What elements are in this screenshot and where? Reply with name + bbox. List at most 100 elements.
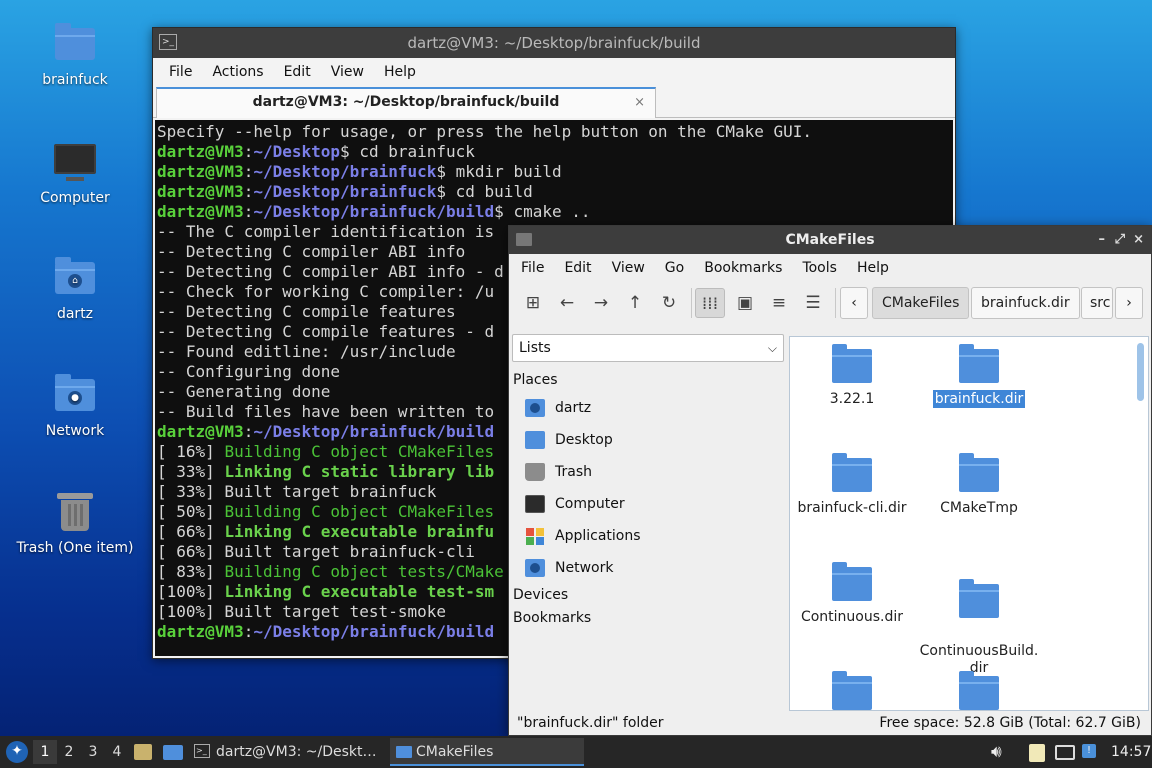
task-terminal[interactable]: >_ dartz@VM3: ~/Deskt… [190,738,384,766]
desktop-icon-computer[interactable]: Computer [0,140,150,206]
show-desktop-icon[interactable] [134,744,152,760]
workspace-3[interactable]: 3 [81,740,105,764]
folder-icon [832,453,872,492]
file-item[interactable]: brainfuck-cli.dir [790,446,916,517]
terminal-line: dartz@VM3:~/Desktop/brainfuck/build$ cma… [157,202,591,221]
file-item[interactable]: Continuous.dir [790,555,916,626]
terminal-icon: >_ [159,34,177,50]
place-computer[interactable]: Computer [525,489,625,519]
menu-edit[interactable]: Edit [274,64,321,80]
file-manager-titlebar[interactable]: CMakeFiles – ⤢ × [509,226,1151,254]
file-grid[interactable]: 3.22.1 brainfuck.dir brainfuck-cli.dir C… [789,336,1149,711]
folder-icon [396,746,412,758]
breadcrumb-scroll-right[interactable]: › [1115,287,1143,319]
terminal-line: dartz@VM3:~/Desktop/brainfuck$ cd build [157,182,533,201]
menu-file[interactable]: File [159,64,202,80]
window-title: dartz@VM3: ~/Desktop/brainfuck/build [407,34,701,52]
icon-view-icon[interactable]: ⁞⁞⁞ [695,288,725,318]
file-manager-launcher-icon[interactable] [163,745,183,760]
file-item[interactable] [790,664,916,710]
place-label: dartz [555,400,592,416]
desktop-icon-label: Network [45,423,105,439]
place-applications[interactable]: Applications [525,521,641,551]
file-name: Continuous.dir [800,609,904,625]
breadcrumb-brainfuck-dir[interactable]: brainfuck.dir [971,287,1080,319]
desktop-icon-dartz[interactable]: ⌂ dartz [0,256,150,322]
place-label: Network [555,560,614,576]
menu-view[interactable]: View [321,64,374,80]
close-icon[interactable]: × [1133,226,1144,254]
minimize-icon[interactable]: – [1099,226,1106,254]
file-manager-window[interactable]: CMakeFiles – ⤢ × File Edit View Go Bookm… [508,225,1152,736]
bookmarks-header[interactable]: Bookmarks [513,610,591,626]
place-trash[interactable]: Trash [525,457,592,487]
menu-view[interactable]: View [602,260,655,276]
menu-tools[interactable]: Tools [792,260,847,276]
terminal-line: Specify --help for usage, or press the h… [157,122,813,141]
vertical-scrollbar[interactable] [1137,343,1144,401]
menu-go[interactable]: Go [655,260,694,276]
workspace-1[interactable]: 1 [33,740,57,764]
menu-help[interactable]: Help [374,64,426,80]
file-name: brainfuck-cli.dir [797,500,907,516]
menu-bookmarks[interactable]: Bookmarks [694,260,792,276]
detailed-list-icon[interactable]: ☰ [798,288,828,318]
home-folder-icon: ⌂ [53,256,97,300]
menu-actions[interactable]: Actions [202,64,273,80]
desktop-icon-trash[interactable]: Trash (One item) [0,490,150,556]
back-icon[interactable]: ← [552,288,582,318]
network-folder-icon: ● [53,373,97,417]
workspace-2[interactable]: 2 [57,740,81,764]
menu-help[interactable]: Help [847,260,899,276]
compact-view-icon[interactable]: ≡ [764,288,794,318]
forward-icon[interactable]: → [586,288,616,318]
breadcrumb-src[interactable]: src [1081,287,1113,319]
close-tab-icon[interactable]: × [634,89,645,116]
task-file-manager[interactable]: CMakeFiles [390,738,584,766]
menu-file[interactable]: File [511,260,554,276]
breadcrumb-cmakefiles[interactable]: CMakeFiles [872,287,970,319]
network-status-icon[interactable] [1055,745,1075,760]
side-pane-mode-select[interactable]: Lists ⌵ [512,334,784,362]
clock[interactable]: 14:57 [1111,736,1151,768]
place-dartz[interactable]: dartz [525,393,591,423]
breadcrumb-scroll-left[interactable]: ‹ [840,287,868,319]
desktop-icon-label: Computer [40,190,110,206]
file-item-selected[interactable]: brainfuck.dir [915,337,1043,408]
reload-icon[interactable]: ↻ [654,288,684,318]
up-icon[interactable]: ↑ [620,288,650,318]
volume-icon[interactable]: 🔊︎ [991,736,1002,768]
place-network[interactable]: Network [525,553,613,583]
start-menu-icon[interactable]: ✦ [6,741,28,763]
file-item[interactable] [915,664,1043,710]
workspace-4[interactable]: 4 [105,740,129,764]
terminal-tab[interactable]: dartz@VM3: ~/Desktop/brainfuck/build × [156,87,656,118]
applications-icon [525,527,545,545]
status-selection: "brainfuck.dir" folder [517,715,664,731]
notification-icon[interactable]: ! [1082,744,1096,758]
desktop-icon-label: brainfuck [42,72,108,88]
status-bar: "brainfuck.dir" folder Free space: 52.8 … [509,711,1151,735]
trash-icon [525,463,545,481]
file-item[interactable]: CMakeTmp [915,446,1043,517]
computer-icon [53,140,97,184]
folder-icon [959,453,999,492]
desktop-icon-label: dartz [56,306,94,322]
devices-header[interactable]: Devices [513,587,568,603]
folder-icon [832,344,872,383]
maximize-icon[interactable]: ⤢ [1115,226,1125,254]
terminal-line: dartz@VM3:~/Desktop$ cd brainfuck [157,142,475,161]
new-tab-icon[interactable]: ⊞ [518,288,548,318]
file-name: CMakeTmp [940,500,1018,516]
file-item[interactable]: 3.22.1 [790,337,916,408]
desktop-icon-network[interactable]: ● Network [0,373,150,439]
file-item[interactable]: ContinuousBuild. dir [915,555,1043,677]
place-desktop[interactable]: Desktop [525,425,613,455]
terminal-titlebar[interactable]: >_ dartz@VM3: ~/Desktop/brainfuck/build [153,28,955,58]
menu-edit[interactable]: Edit [554,260,601,276]
desktop-icon-brainfuck[interactable]: brainfuck [0,22,150,88]
tab-label: dartz@VM3: ~/Desktop/brainfuck/build [252,94,560,110]
clipboard-icon[interactable] [1029,744,1045,762]
thumbnail-view-icon[interactable]: ▣ [730,288,760,318]
file-manager-menubar: File Edit View Go Bookmarks Tools Help [509,254,1151,282]
